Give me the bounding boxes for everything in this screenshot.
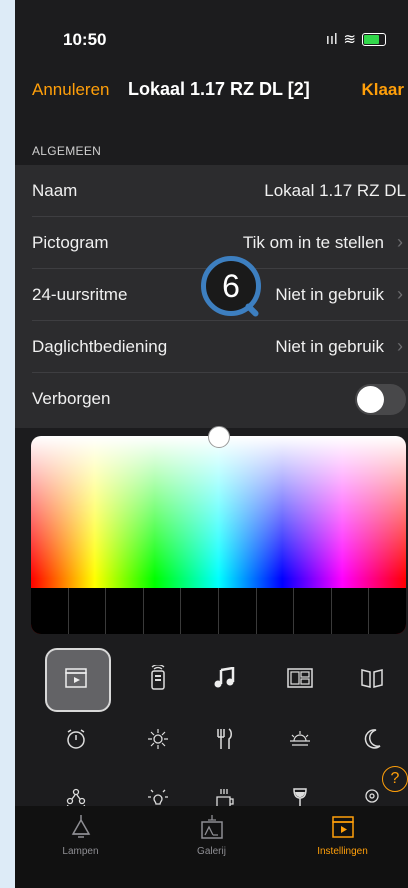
tab-instellingen[interactable]: Instellingen (277, 806, 408, 888)
row-label: 24-uursritme (32, 285, 128, 304)
help-icon[interactable]: ? (382, 766, 408, 792)
chevron-right-icon: › (397, 232, 403, 252)
status-bar: 10:50 ııl ≋ (15, 0, 408, 70)
tab-galerij[interactable]: Galerij (146, 806, 277, 888)
section-header: ALGEMEEN (32, 144, 102, 158)
row-label: Pictogram (32, 233, 109, 252)
tab-lampen[interactable]: Lampen (15, 806, 146, 888)
scene-icon (277, 814, 408, 846)
gallery-icon (146, 814, 277, 846)
white-swatch[interactable] (144, 588, 182, 634)
scene-icon[interactable] (45, 647, 107, 709)
tab-label: Galerij (197, 846, 226, 857)
row-daylight-control[interactable]: Daglichtbediening Niet in gebruik › (15, 321, 408, 373)
white-swatch[interactable] (294, 588, 332, 634)
timer-icon[interactable] (45, 708, 107, 770)
white-temperature-strip[interactable] (31, 588, 406, 634)
chevron-right-icon: › (397, 336, 403, 356)
sunset-icon[interactable] (269, 708, 331, 770)
page-title: Lokaal 1.17 RZ DL [2] (128, 79, 310, 99)
photo-frame-icon[interactable] (269, 647, 331, 709)
book-icon[interactable] (341, 647, 403, 709)
music-note-icon[interactable] (193, 647, 255, 709)
hidden-toggle[interactable] (355, 384, 406, 415)
row-value: Niet in gebruik (275, 285, 384, 304)
white-swatch[interactable] (219, 588, 257, 634)
white-swatch[interactable] (332, 588, 370, 634)
row-label: Naam (32, 181, 78, 200)
app-screen: 10:50 ııl ≋ Annuleren Lokaal 1.17 RZ DL … (15, 0, 408, 888)
row-value: Lokaal 1.17 RZ DL (264, 181, 406, 200)
signal-icon: ııl (325, 30, 338, 48)
row-hidden: Verborgen (15, 373, 408, 425)
navigation-bar: Annuleren Lokaal 1.17 RZ DL [2] Klaar (15, 70, 408, 116)
status-time: 10:50 (63, 30, 107, 49)
remote-icon[interactable] (127, 647, 189, 709)
row-name[interactable]: Naam Lokaal 1.17 RZ DL (15, 165, 408, 217)
row-value: Niet in gebruik (275, 337, 384, 356)
white-swatch[interactable] (69, 588, 107, 634)
chevron-right-icon: › (397, 284, 403, 304)
color-picker-handle[interactable] (208, 426, 230, 448)
cancel-button[interactable]: Annuleren (32, 80, 110, 100)
tab-label: Instellingen (317, 846, 368, 857)
tab-label: Lampen (62, 846, 99, 857)
status-icons: ııl ≋ (326, 30, 386, 48)
lamp-icon (15, 814, 146, 846)
cutlery-icon[interactable] (193, 708, 255, 770)
row-label: Verborgen (32, 389, 111, 408)
sun-icon[interactable] (127, 708, 189, 770)
white-swatch[interactable] (31, 588, 69, 634)
row-value: Tik om in te stellen (242, 233, 384, 252)
tab-bar: Lampen Galerij Instellingen (15, 806, 408, 888)
white-swatch[interactable] (181, 588, 219, 634)
toggle-knob (357, 386, 384, 413)
done-button[interactable]: Klaar (361, 80, 404, 100)
white-swatch[interactable] (106, 588, 144, 634)
battery-icon (362, 32, 386, 46)
step-badge: 6 (201, 256, 261, 318)
white-swatch[interactable] (369, 588, 406, 634)
row-label: Daglichtbediening (32, 337, 168, 356)
white-swatch[interactable] (257, 588, 295, 634)
wifi-icon: ≋ (343, 31, 356, 48)
moon-icon[interactable] (341, 708, 403, 770)
